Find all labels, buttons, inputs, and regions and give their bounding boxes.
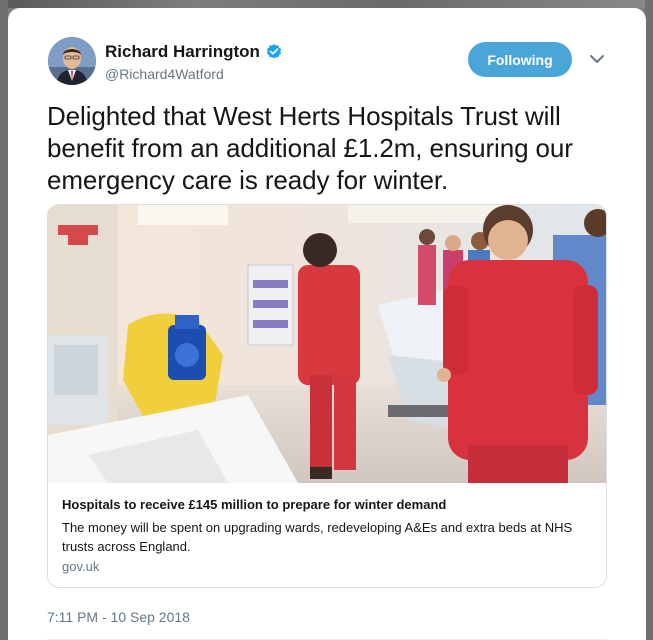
avatar[interactable]: [48, 37, 96, 85]
link-preview-card[interactable]: Hospitals to receive £145 million to pre…: [47, 204, 607, 588]
tweet-card: Richard Harrington @Richard4Watford Foll…: [8, 8, 646, 640]
author-handle[interactable]: @Richard4Watford: [105, 66, 224, 82]
link-description: The money will be spent on upgrading war…: [62, 520, 573, 554]
tweet-timestamp[interactable]: 7:11 PM - 10 Sep 2018: [47, 609, 190, 625]
author-name-row[interactable]: Richard Harrington: [105, 42, 283, 62]
link-domain: gov.uk: [62, 559, 100, 574]
tweet-text: Delighted that West Herts Hospitals Trus…: [47, 101, 573, 195]
verified-badge-icon: [266, 44, 282, 59]
author-name[interactable]: Richard Harrington: [105, 42, 260, 62]
link-title[interactable]: Hospitals to receive £145 million to pre…: [62, 497, 592, 512]
background-strip: [0, 0, 653, 8]
avatar-photo: [48, 37, 96, 85]
backdrop-right: [645, 0, 653, 640]
following-button[interactable]: Following: [468, 42, 572, 77]
chevron-down-icon[interactable]: [588, 52, 606, 66]
hospital-corridor-photo: [48, 205, 606, 483]
backdrop-left: [0, 0, 8, 640]
